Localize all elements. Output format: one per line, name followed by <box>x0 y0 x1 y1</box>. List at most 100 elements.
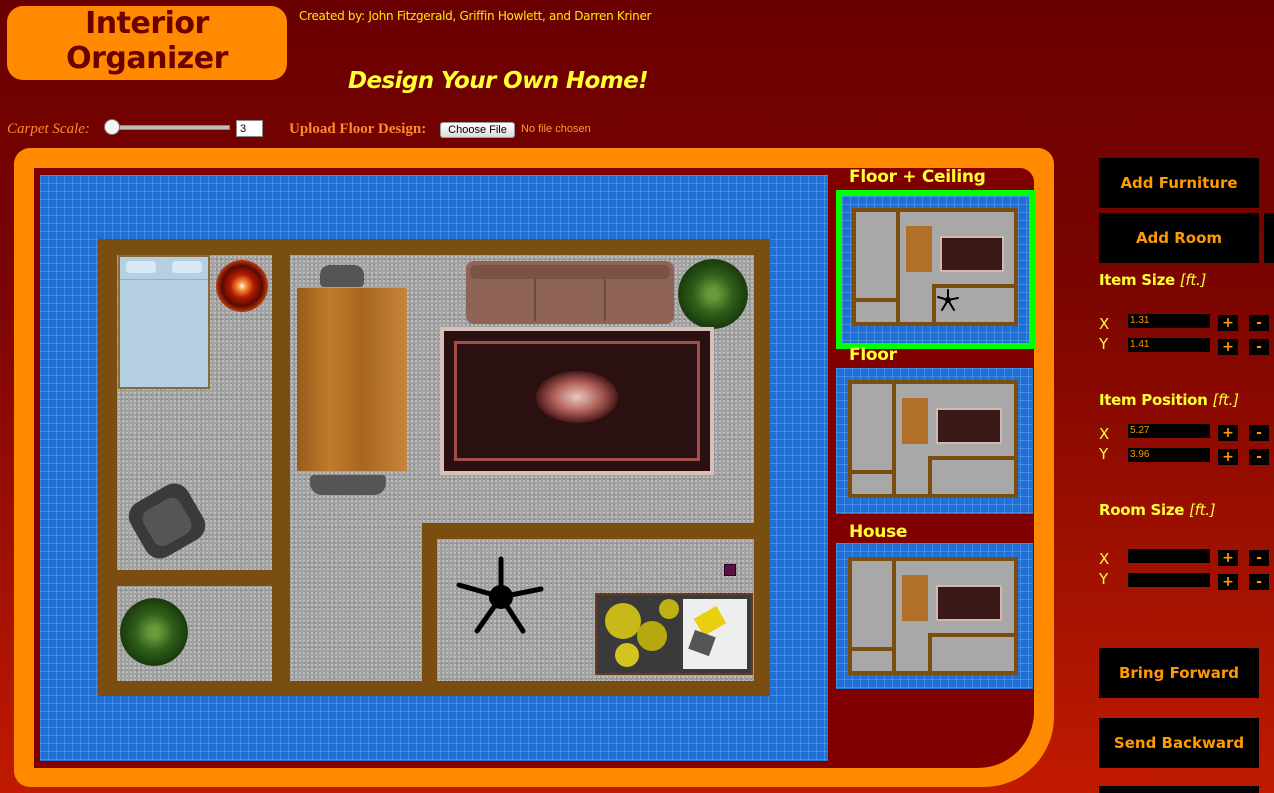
tagline: Design Your Own Home! <box>348 68 649 94</box>
chair-bottom[interactable] <box>310 475 386 495</box>
item-size-x-label: X <box>1099 315 1110 333</box>
item-size-y-label: Y <box>1099 335 1109 353</box>
room-size-x-plus-button[interactable]: + <box>1218 550 1238 566</box>
design-canvas[interactable] <box>40 175 828 761</box>
potted-plant[interactable] <box>120 598 188 666</box>
app-logo: Interior Organizer <box>7 6 287 80</box>
mini-table <box>902 575 928 621</box>
mini-room <box>896 456 928 494</box>
bring-forward-button[interactable]: Bring Forward <box>1099 648 1259 698</box>
round-rug-lamp[interactable] <box>216 260 268 312</box>
carpet-scale-slider[interactable] <box>104 119 230 135</box>
ball <box>637 621 667 651</box>
mini-rug <box>936 408 1002 444</box>
room-size-x-label: X <box>1099 550 1110 568</box>
room-size-unit: [ft.] <box>1189 501 1216 519</box>
mini-fan-icon <box>937 289 959 311</box>
mini-room <box>932 460 1014 494</box>
ball <box>605 603 641 639</box>
clipped-button[interactable] <box>1264 213 1274 263</box>
item-position-y-label: Y <box>1099 445 1109 463</box>
persian-rug[interactable] <box>440 327 714 475</box>
ceiling-fan-icon[interactable] <box>455 553 547 639</box>
sofa-back <box>470 265 670 279</box>
carpet-scale-label: Carpet Scale: <box>7 121 90 137</box>
hallway-floor[interactable] <box>290 523 422 681</box>
item-position-x-input[interactable]: 5.27 <box>1128 424 1210 438</box>
ball <box>615 643 639 667</box>
item-size-y-minus-button[interactable]: - <box>1249 339 1269 355</box>
room-size-y-plus-button[interactable]: + <box>1218 574 1238 590</box>
room-size-y-minus-button[interactable]: - <box>1249 574 1269 590</box>
pool-table[interactable] <box>595 593 753 675</box>
credits-text: Created by: John Fitzgerald, Griffin How… <box>299 9 652 23</box>
room-size-x-minus-button[interactable]: - <box>1249 550 1269 566</box>
mini-room <box>856 302 896 322</box>
sheet <box>683 599 747 669</box>
bed[interactable] <box>118 255 210 389</box>
mini-room <box>856 212 896 298</box>
dining-table[interactable] <box>297 288 407 471</box>
item-size-x-plus-button[interactable]: + <box>1218 315 1238 331</box>
item-position-heading: Item Position [ft.] <box>1099 391 1239 409</box>
room-size-x-input[interactable] <box>1128 549 1210 563</box>
mini-rug <box>940 236 1004 272</box>
file-status-text: No file chosen <box>521 123 591 135</box>
preview-floor-ceiling[interactable] <box>836 190 1035 349</box>
item-position-y-minus-button[interactable]: - <box>1249 449 1269 465</box>
item-size-unit: [ft.] <box>1179 271 1207 289</box>
send-backward-button[interactable]: Send Backward <box>1099 718 1259 768</box>
mini-room <box>932 637 1014 671</box>
mini-rug <box>936 585 1002 621</box>
item-size-y-plus-button[interactable]: + <box>1218 339 1238 355</box>
upload-floor-label: Upload Floor Design: <box>289 121 427 137</box>
blanket-fold <box>120 279 208 280</box>
mini-room <box>852 561 892 647</box>
preview-floor[interactable] <box>836 368 1033 514</box>
pillow-left <box>126 261 156 273</box>
mini-room <box>852 474 892 494</box>
armchair[interactable] <box>122 477 212 565</box>
item-position-x-minus-button[interactable]: - <box>1249 425 1269 441</box>
pillow-right <box>172 261 202 273</box>
item-position-y-input[interactable]: 3.96 <box>1128 448 1210 462</box>
sofa[interactable] <box>466 261 674 324</box>
chair-top[interactable] <box>320 265 364 287</box>
selected-item-marker[interactable] <box>724 564 736 576</box>
clipped-button[interactable] <box>1099 786 1259 793</box>
item-position-unit: [ft.] <box>1212 391 1239 409</box>
ball <box>659 599 679 619</box>
slider-track <box>106 125 230 130</box>
slider-thumb[interactable] <box>104 119 120 135</box>
pillow-gray <box>688 629 716 657</box>
room-size-title: Room Size <box>1099 501 1185 519</box>
mini-room <box>852 384 892 470</box>
choose-file-button[interactable]: Choose File <box>440 122 515 138</box>
mini-table <box>906 226 932 272</box>
mini-table <box>902 398 928 444</box>
room-size-y-input[interactable] <box>1128 573 1210 587</box>
item-size-y-input[interactable]: 1.41 <box>1128 338 1210 352</box>
item-position-title: Item Position <box>1099 391 1208 409</box>
item-size-title: Item Size <box>1099 271 1175 289</box>
preview-title-floor-ceiling: Floor + Ceiling <box>849 167 986 187</box>
potted-plant[interactable] <box>678 259 748 329</box>
room-size-y-label: Y <box>1099 570 1109 588</box>
add-room-button[interactable]: Add Room <box>1099 213 1259 263</box>
sofa-seam <box>534 279 536 321</box>
add-furniture-button[interactable]: Add Furniture <box>1099 158 1259 208</box>
item-position-y-plus-button[interactable]: + <box>1218 449 1238 465</box>
item-size-x-minus-button[interactable]: - <box>1249 315 1269 331</box>
item-size-heading: Item Size [ft.] <box>1099 271 1206 289</box>
app-title: Interior Organizer <box>66 6 228 76</box>
item-size-x-input[interactable]: 1.31 <box>1128 314 1210 328</box>
sofa-seam <box>604 279 606 321</box>
item-position-x-plus-button[interactable]: + <box>1218 425 1238 441</box>
preview-house[interactable] <box>836 543 1033 689</box>
preview-title-house: House <box>849 522 908 542</box>
item-position-x-label: X <box>1099 425 1110 443</box>
room-size-heading: Room Size [ft.] <box>1099 501 1216 519</box>
rug-medallion <box>536 371 618 423</box>
carpet-scale-input[interactable]: 3 <box>236 120 263 137</box>
preview-title-floor: Floor <box>849 345 897 365</box>
